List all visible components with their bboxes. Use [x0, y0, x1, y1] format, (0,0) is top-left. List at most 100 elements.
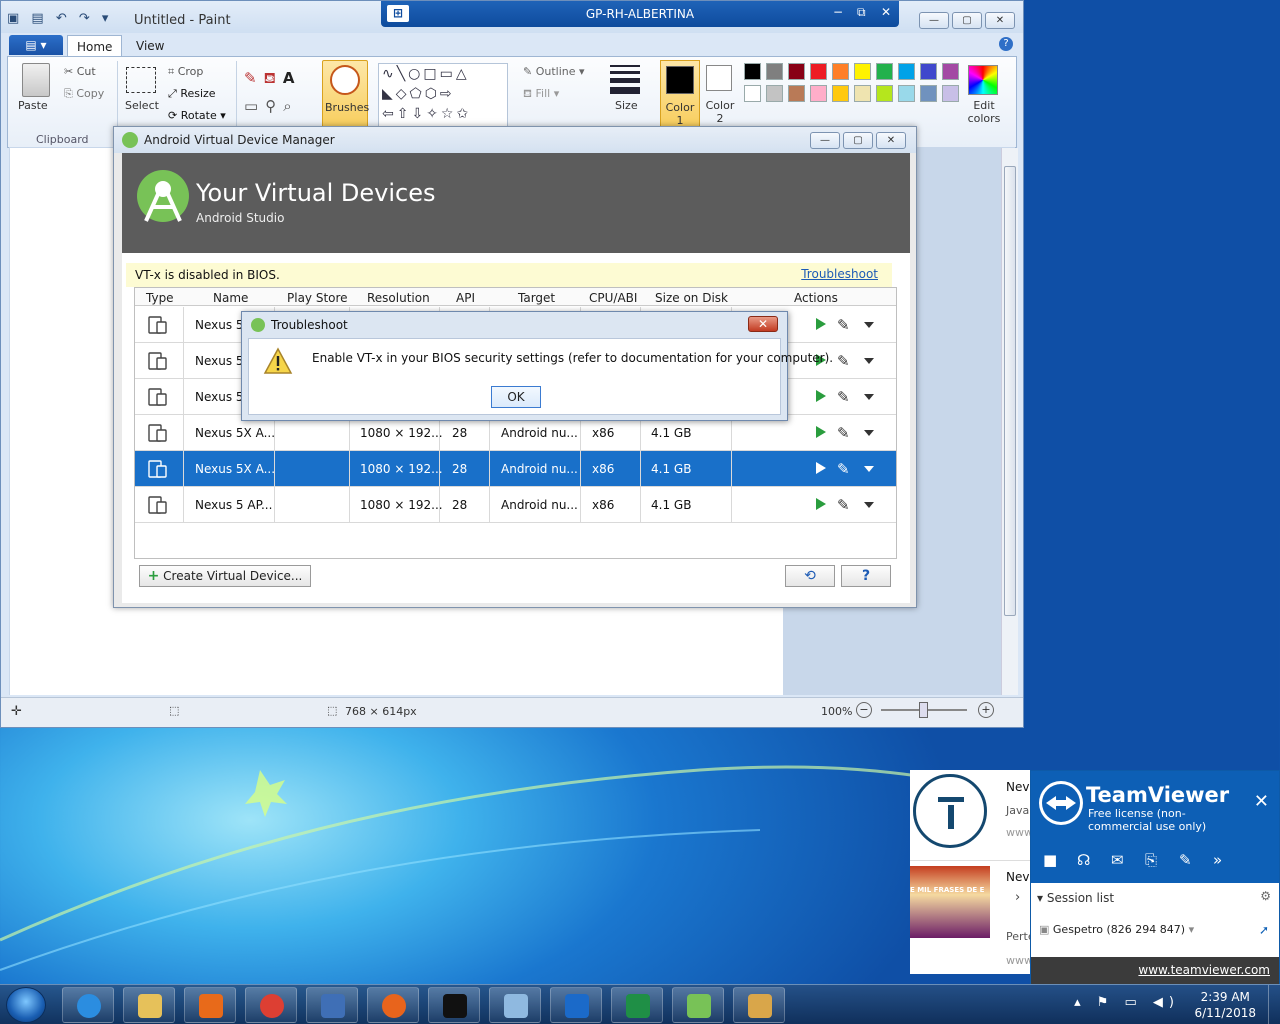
dialog-close-button[interactable]: ✕ [748, 316, 778, 332]
launch-play-icon[interactable] [816, 426, 826, 438]
video-call-icon[interactable]: ■ [1043, 851, 1057, 869]
magnifier-icon[interactable]: ⌕ [283, 97, 298, 115]
remote-minimize-button[interactable]: − [833, 5, 843, 19]
launch-play-icon[interactable] [816, 498, 826, 510]
session-list-header[interactable]: ▾ Session list [1037, 891, 1114, 905]
resize-button[interactable]: ⤢ Resize [168, 87, 216, 101]
color-swatch[interactable] [898, 63, 915, 80]
color-swatch[interactable] [898, 85, 915, 102]
more-actions-dropdown-icon[interactable] [864, 502, 874, 508]
file-menu-button[interactable]: ▤ ▾ [9, 35, 63, 55]
more-actions-dropdown-icon[interactable] [864, 394, 874, 400]
col-play-store[interactable]: Play Store [287, 291, 348, 305]
tools-row-1[interactable]: ✎⛾A [244, 69, 301, 89]
color-swatch[interactable] [766, 63, 783, 80]
system-clock[interactable]: 2:39 AM 6/11/2018 [1194, 989, 1256, 1021]
color-swatch[interactable] [744, 85, 761, 102]
size-button[interactable]: Size [615, 99, 638, 112]
remote-restore-button[interactable]: ⧉ [857, 5, 866, 20]
avd-maximize-button[interactable]: ▢ [843, 132, 873, 149]
taskbar-chrome-button[interactable] [245, 987, 297, 1023]
news-item-2-image[interactable]: E MIL FRASES DE E [910, 866, 990, 938]
edit-pencil-icon[interactable]: ✎ [837, 496, 850, 514]
taskbar-windows-server-manager-button[interactable] [306, 987, 358, 1023]
news-item-2-title[interactable]: Nev [1006, 870, 1029, 884]
tab-view[interactable]: View [127, 37, 173, 55]
edit-pencil-icon[interactable]: ✎ [837, 388, 850, 406]
session-entry[interactable]: ▣ Gespetro (826 294 847) ▾ [1039, 923, 1194, 936]
more-actions-dropdown-icon[interactable] [864, 430, 874, 436]
rotate-button[interactable]: ⟳ Rotate ▾ [168, 109, 226, 122]
zoom-out-button[interactable]: − [856, 702, 872, 718]
color-swatch[interactable] [810, 85, 827, 102]
color-swatch[interactable] [854, 63, 871, 80]
color-swatch[interactable] [832, 85, 849, 102]
col-name[interactable]: Name [213, 291, 248, 305]
col-cpu-abi[interactable]: CPU/ABI [589, 291, 637, 305]
tab-home[interactable]: Home [67, 35, 123, 57]
start-button[interactable] [6, 987, 46, 1023]
chevron-right-icon[interactable]: › [1015, 890, 1020, 905]
maximize-button[interactable]: ▢ [952, 12, 982, 29]
more-actions-dropdown-icon[interactable] [864, 358, 874, 364]
col-resolution[interactable]: Resolution [367, 291, 430, 305]
taskbar-paint-button[interactable] [733, 987, 785, 1023]
troubleshoot-link[interactable]: Troubleshoot [801, 267, 878, 281]
crop-button[interactable]: ⌗ Crop [168, 65, 203, 79]
text-tool-icon[interactable]: A [283, 69, 302, 87]
ok-button[interactable]: OK [491, 386, 541, 408]
color-palette[interactable] [744, 63, 964, 123]
color-swatch[interactable] [920, 63, 937, 80]
color2-swatch[interactable] [706, 65, 732, 91]
col-type[interactable]: Type [146, 291, 174, 305]
taskbar-outlook-button[interactable] [550, 987, 602, 1023]
taskbar-excel-button[interactable] [611, 987, 663, 1023]
outline-dropdown[interactable]: ✎ Outline ▾ [523, 65, 585, 78]
color-swatch[interactable] [744, 63, 761, 80]
color-swatch[interactable] [876, 85, 893, 102]
taskbar-media-player-button[interactable] [184, 987, 236, 1023]
create-virtual-device-button[interactable]: + Create Virtual Device... [139, 565, 311, 587]
headset-icon[interactable]: ☊ [1077, 851, 1090, 869]
minimize-button[interactable]: — [919, 12, 949, 29]
teamviewer-close-button[interactable]: ✕ [1254, 791, 1269, 812]
col-api[interactable]: API [456, 291, 475, 305]
show-desktop-button[interactable] [1268, 985, 1280, 1024]
taskbar-internet-explorer-button[interactable] [62, 987, 114, 1023]
taskbar-firefox-button[interactable] [367, 987, 419, 1023]
avd-minimize-button[interactable]: — [810, 132, 840, 149]
color-swatch[interactable] [876, 63, 893, 80]
close-button[interactable]: ✕ [985, 12, 1015, 29]
cut-button[interactable]: ✂ Cut [64, 65, 96, 78]
whiteboard-icon[interactable]: ✎ [1179, 851, 1192, 869]
copy-button[interactable]: ⎘ Copy [64, 87, 104, 101]
launch-play-icon[interactable] [816, 318, 826, 330]
teamviewer-website-link[interactable]: www.teamviewer.com [1031, 957, 1279, 985]
color-swatch[interactable] [788, 63, 805, 80]
more-icon[interactable]: » [1213, 851, 1222, 869]
scrollbar-thumb[interactable] [1004, 166, 1016, 616]
color-swatch[interactable] [854, 85, 871, 102]
tools-row-2[interactable]: ▭⚲⌕ [244, 97, 299, 115]
quick-access-toolbar[interactable]: ▣ ▤ ↶ ↷ ▾ [7, 11, 112, 26]
remote-close-button[interactable]: ✕ [881, 5, 891, 19]
refresh-button[interactable]: ⟲ [785, 565, 835, 587]
launch-play-icon[interactable] [816, 390, 826, 402]
device-row[interactable]: Nexus 5X A... 1080 × 192... 28 Android nu..… [135, 451, 896, 487]
session-dropdown-icon[interactable]: ▾ [1189, 923, 1195, 936]
taskbar-android-studio-button[interactable] [672, 987, 724, 1023]
taskbar-notepad-button[interactable] [489, 987, 541, 1023]
color-swatch[interactable] [766, 85, 783, 102]
col-actions[interactable]: Actions [794, 291, 838, 305]
help-icon[interactable]: ? [999, 37, 1013, 51]
fill-dropdown[interactable]: ⛾ Fill ▾ [523, 87, 559, 102]
edit-pencil-icon[interactable]: ✎ [837, 352, 850, 370]
vertical-scrollbar[interactable] [1001, 148, 1018, 695]
edit-pencil-icon[interactable]: ✎ [837, 424, 850, 442]
edit-colors-button[interactable]: Edit colors [966, 99, 1002, 125]
select-button[interactable]: Select [125, 99, 159, 112]
avd-close-button[interactable]: ✕ [876, 132, 906, 149]
zoom-slider-thumb[interactable] [919, 702, 928, 718]
color-picker-icon[interactable]: ⚲ [265, 97, 283, 115]
news-item-1-title[interactable]: Nev [1006, 780, 1029, 794]
